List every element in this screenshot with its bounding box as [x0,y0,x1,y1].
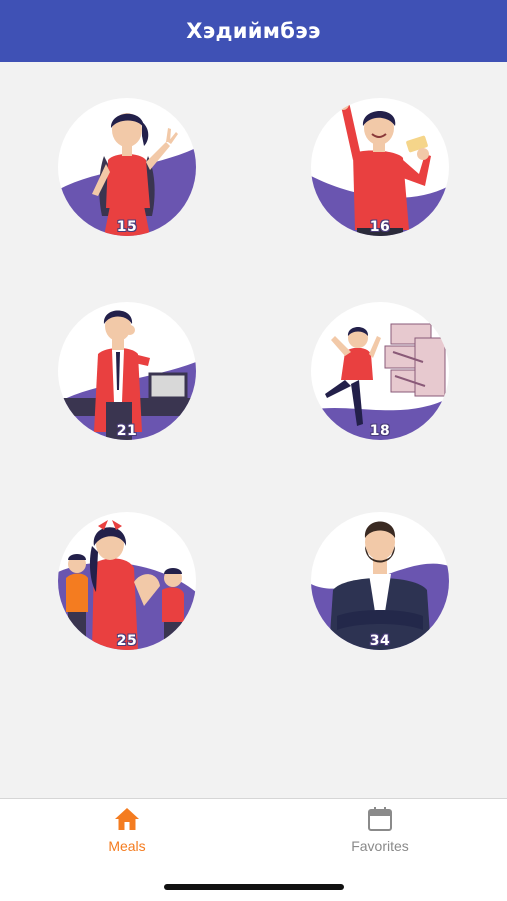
age-label: 18 [369,423,391,439]
age-card-15[interactable]: 15 [58,98,196,236]
calendar-icon [368,807,392,831]
girl-backpack-illustration [58,113,196,236]
age-label: 16 [369,219,391,235]
mother-with-kids-illustration [58,520,196,650]
teen-jumping-illustration [311,323,449,440]
age-label: 25 [116,633,138,649]
nav-label-favorites: Favorites [351,838,409,854]
page-title: Хэдиймбээ [186,19,321,43]
app-header: Хэдиймбээ [0,0,507,62]
young-man-phone-illustration [58,310,196,440]
nav-label-meals: Meals [108,838,146,854]
nav-tab-meals[interactable]: Meals [47,799,207,869]
age-group-grid: 15 16 21 18 25 34 [0,62,507,798]
home-icon [115,808,139,830]
nav-tab-favorites[interactable]: Favorites [300,799,460,869]
age-card-18[interactable]: 18 [311,302,449,440]
age-card-25[interactable]: 25 [58,512,196,650]
age-card-16[interactable]: 16 [311,98,449,236]
age-label: 15 [116,219,138,235]
age-card-34[interactable]: 34 [311,512,449,650]
bearded-man-suit-illustration [311,521,449,650]
home-indicator[interactable] [164,884,344,890]
age-label: 21 [116,423,138,439]
age-label: 34 [369,633,391,649]
boy-cheering-illustration [311,98,449,236]
age-card-21[interactable]: 21 [58,302,196,440]
